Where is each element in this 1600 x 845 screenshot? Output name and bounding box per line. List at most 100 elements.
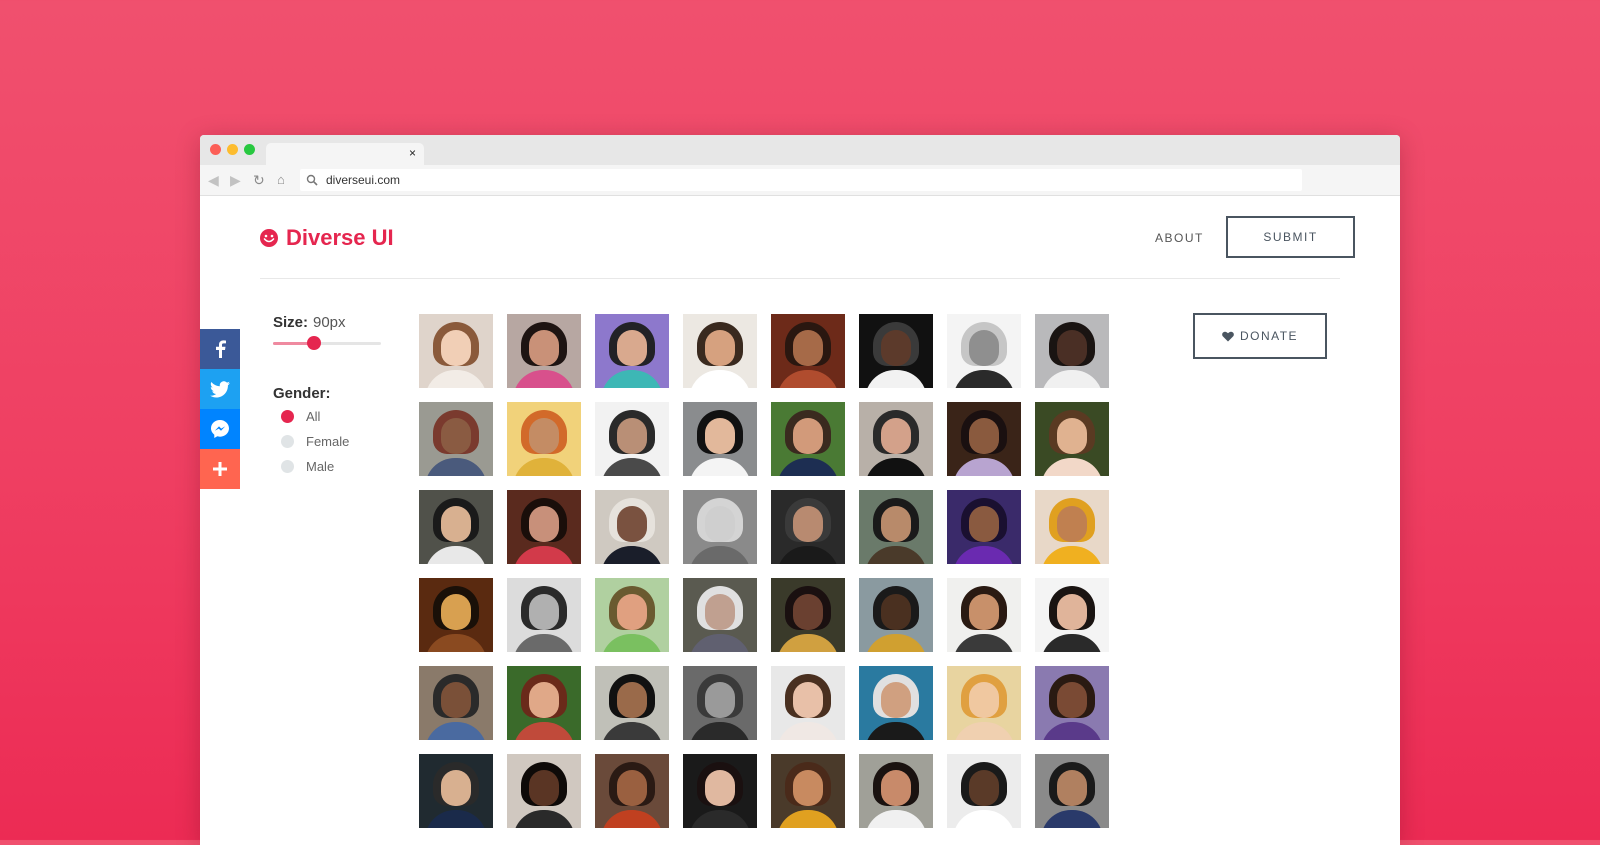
donate-button[interactable]: DONATE [1193, 313, 1327, 359]
avatar-photo[interactable] [683, 402, 757, 476]
gender-label: Gender: [273, 385, 331, 402]
back-arrow-icon[interactable]: ◀ [208, 172, 219, 188]
avatar-photo[interactable] [507, 314, 581, 388]
avatar-shoulders [865, 458, 927, 476]
gender-option-female[interactable]: Female [281, 432, 349, 450]
radio-button[interactable] [281, 459, 294, 473]
avatar-photo[interactable] [771, 490, 845, 564]
more-share-button[interactable] [200, 449, 240, 489]
avatar-photo[interactable] [859, 490, 933, 564]
avatar-face [793, 330, 823, 366]
avatar-face [793, 506, 823, 542]
avatar-photo[interactable] [419, 314, 493, 388]
avatar-photo[interactable] [859, 578, 933, 652]
avatar-shoulders [953, 634, 1015, 652]
browser-tab[interactable]: × [266, 143, 424, 165]
avatar-photo[interactable] [771, 314, 845, 388]
avatar-photo[interactable] [419, 578, 493, 652]
avatar-shoulders [777, 458, 839, 476]
twitter-share-button[interactable] [200, 369, 240, 409]
donate-label: DONATE [1239, 329, 1299, 343]
avatar-shoulders [865, 634, 927, 652]
avatar-photo[interactable] [947, 402, 1021, 476]
size-slider[interactable] [273, 336, 381, 352]
avatar-photo[interactable] [419, 402, 493, 476]
gender-option-all[interactable]: All [281, 407, 320, 425]
avatar-photo[interactable] [595, 578, 669, 652]
avatar-photo[interactable] [1035, 314, 1109, 388]
reload-icon[interactable]: ↻ [253, 172, 265, 188]
avatar-photo[interactable] [595, 490, 669, 564]
avatar-photo[interactable] [771, 402, 845, 476]
avatar-photo[interactable] [419, 666, 493, 740]
avatar-photo[interactable] [771, 754, 845, 828]
avatar-face [441, 682, 471, 718]
logo-text: Diverse UI [286, 225, 394, 250]
avatar-face [617, 594, 647, 630]
avatar-photo[interactable] [419, 754, 493, 828]
avatar-photo[interactable] [859, 314, 933, 388]
address-bar[interactable]: diverseui.com [300, 169, 1302, 191]
avatar-photo[interactable] [595, 666, 669, 740]
avatar-photo[interactable] [859, 666, 933, 740]
twitter-icon [210, 380, 230, 397]
avatar-face [881, 506, 911, 542]
home-icon[interactable]: ⌂ [277, 172, 285, 188]
close-window-button[interactable] [210, 144, 221, 155]
avatar-photo[interactable] [1035, 490, 1109, 564]
avatar-face [441, 770, 471, 806]
submit-button[interactable]: SUBMIT [1226, 216, 1355, 258]
site-logo[interactable]: Diverse UI [259, 227, 394, 249]
maximize-window-button[interactable] [244, 144, 255, 155]
avatar-photo[interactable] [1035, 754, 1109, 828]
nav-about-link[interactable]: ABOUT [1155, 231, 1204, 245]
avatar-photo[interactable] [595, 402, 669, 476]
avatar-face [881, 770, 911, 806]
avatar-photo[interactable] [507, 402, 581, 476]
minimize-window-button[interactable] [227, 144, 238, 155]
avatar-photo[interactable] [947, 578, 1021, 652]
facebook-share-button[interactable] [200, 329, 240, 369]
avatar-photo[interactable] [859, 754, 933, 828]
avatar-photo[interactable] [947, 314, 1021, 388]
avatar-shoulders [513, 458, 575, 476]
url-text: diverseui.com [326, 173, 401, 187]
browser-window: × ◀ ▶ ↻ ⌂ diverseui.com Diverse UI ABOUT… [200, 135, 1400, 845]
avatar-shoulders [601, 370, 663, 388]
avatar-photo[interactable] [683, 666, 757, 740]
radio-label: Female [306, 433, 350, 449]
avatar-photo[interactable] [683, 490, 757, 564]
avatar-photo[interactable] [595, 754, 669, 828]
gender-option-male[interactable]: Male [281, 457, 334, 475]
avatar-photo[interactable] [771, 578, 845, 652]
avatar-photo[interactable] [947, 666, 1021, 740]
avatar-photo[interactable] [507, 578, 581, 652]
tab-close-icon[interactable]: × [409, 146, 416, 160]
avatar-shoulders [953, 546, 1015, 564]
avatar-photo[interactable] [683, 754, 757, 828]
avatar-photo[interactable] [771, 666, 845, 740]
avatar-photo[interactable] [947, 490, 1021, 564]
radio-button[interactable] [281, 409, 294, 423]
avatar-shoulders [425, 722, 487, 740]
avatar-photo[interactable] [507, 754, 581, 828]
avatar-photo[interactable] [1035, 402, 1109, 476]
avatar-photo[interactable] [507, 666, 581, 740]
avatar-photo[interactable] [507, 490, 581, 564]
avatar-photo[interactable] [419, 490, 493, 564]
forward-arrow-icon[interactable]: ▶ [230, 172, 241, 188]
avatar-photo[interactable] [947, 754, 1021, 828]
avatar-photo[interactable] [1035, 578, 1109, 652]
messenger-share-button[interactable] [200, 409, 240, 449]
avatar-photo[interactable] [859, 402, 933, 476]
slider-thumb[interactable] [307, 336, 322, 350]
avatar-photo[interactable] [1035, 666, 1109, 740]
radio-button[interactable] [281, 434, 294, 448]
avatar-photo[interactable] [683, 314, 757, 388]
avatar-shoulders [689, 546, 751, 564]
avatar-photo[interactable] [683, 578, 757, 652]
avatar-shoulders [601, 546, 663, 564]
smiley-logo-icon [260, 229, 278, 247]
avatar-photo[interactable] [595, 314, 669, 388]
avatar-face [1057, 418, 1087, 454]
